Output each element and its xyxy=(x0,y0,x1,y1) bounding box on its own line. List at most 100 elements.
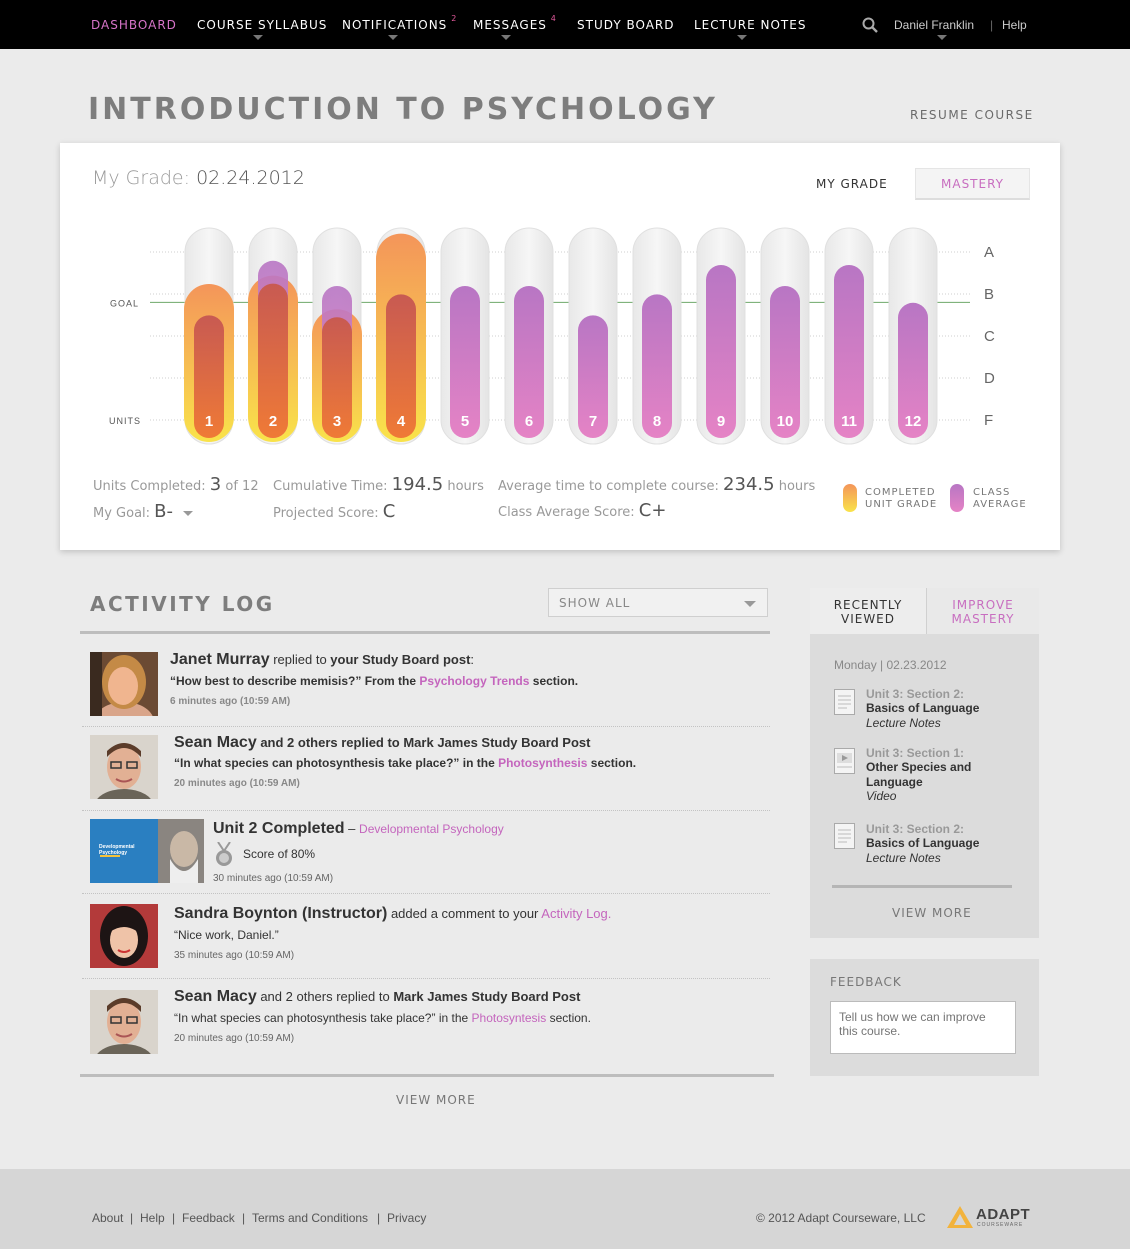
my-goal-label: My Goal: xyxy=(93,506,151,521)
entry-quote-end: section. xyxy=(529,674,579,688)
adapt-logo-mark xyxy=(947,1206,973,1228)
entry-quote-text: “How best to describe memisis?” From the xyxy=(170,674,420,688)
activity-entry-2: Sean Macy and 2 others replied to Mark J… xyxy=(174,734,590,752)
entry-time: 6 minutes ago (10:59 AM) xyxy=(170,696,291,707)
recent-item-section[interactable]: Unit 3: Section 2: xyxy=(866,822,964,836)
avatar[interactable] xyxy=(90,904,158,968)
activity-top-rule xyxy=(80,631,770,634)
units-completed-label: Units Completed: xyxy=(93,479,206,494)
entry-action: and 2 others replied to Mark James Study… xyxy=(256,735,591,750)
recent-item-title[interactable]: Basics of Language xyxy=(866,701,979,716)
activity-entry-5: Sean Macy and 2 others replied to Mark J… xyxy=(174,988,580,1006)
entry-action: replied to xyxy=(269,652,331,667)
entry-section-link[interactable]: Psychology Trends xyxy=(419,674,529,688)
legend-class-line1: CLASS xyxy=(973,487,1011,498)
avatar[interactable] xyxy=(90,990,158,1054)
unit-label: 9 xyxy=(717,413,725,430)
recent-item-section[interactable]: Unit 3: Section 1: xyxy=(866,746,964,760)
sidebar-view-more-button[interactable]: VIEW MORE xyxy=(892,906,972,920)
footer-feedback-link[interactable]: Feedback xyxy=(182,1211,235,1225)
entry-quote-text: “In what species can photosynthesis take… xyxy=(174,756,499,770)
entry-author[interactable]: Sandra Boynton (Instructor) xyxy=(174,905,387,922)
unit-label: 7 xyxy=(589,413,597,430)
tab-improve-mastery[interactable]: IMPROVE MASTERY xyxy=(926,588,1039,634)
grade-label: B xyxy=(984,286,994,303)
document-icon xyxy=(834,689,855,715)
avatar-janet-murray xyxy=(90,652,158,716)
entry-action: and 2 others replied to xyxy=(256,989,394,1004)
entry-quote-text: “In what species can photosynthesis take… xyxy=(174,1011,472,1025)
activity-entry-4: Sandra Boynton (Instructor) added a comm… xyxy=(174,905,611,923)
feedback-title: FEEDBACK xyxy=(830,975,902,989)
recent-item-title[interactable]: Other Species and xyxy=(866,760,971,775)
avatar-sean-macy xyxy=(90,735,158,799)
divider xyxy=(82,893,770,894)
unit-label: 10 xyxy=(777,413,794,430)
activity-log-title: ACTIVITY LOG xyxy=(90,592,275,616)
feedback-input[interactable] xyxy=(830,1001,1016,1054)
my-goal-stat[interactable]: My Goal: B- xyxy=(93,501,194,522)
entry-quote: “Nice work, Daniel.” xyxy=(174,928,279,942)
entry-author[interactable]: Janet Murray xyxy=(170,651,270,668)
grade-label: D xyxy=(984,370,995,387)
unit-label: 6 xyxy=(525,413,533,430)
projected-score-stat: Projected Score: C xyxy=(273,501,395,522)
projected-score-label: Projected Score: xyxy=(273,506,379,521)
class-avg-label: Class Average Score: xyxy=(498,505,635,520)
legend-class-line2: AVERAGE xyxy=(973,499,1027,510)
entry-section-link[interactable]: Photosyntesis xyxy=(472,1011,547,1025)
adapt-logo[interactable]: ADAPT COURSEWARE xyxy=(946,1204,1036,1232)
legend-class-swatch xyxy=(950,484,964,512)
entry-section-link[interactable]: Photosynthesis xyxy=(498,756,587,770)
legend-completed-line2: UNIT GRADE xyxy=(865,499,938,510)
activity-entry-3: Unit 2 Completed – Developmental Psychol… xyxy=(213,820,504,838)
unit-label: 8 xyxy=(653,413,661,430)
entry-quote: “In what species can photosynthesis take… xyxy=(174,1011,591,1025)
activity-bottom-rule xyxy=(80,1074,774,1077)
projected-score-value: C xyxy=(382,501,396,522)
recent-item-section[interactable]: Unit 3: Section 2: xyxy=(866,687,964,701)
recent-item-title[interactable]: Basics of Language xyxy=(866,836,979,851)
entry-author[interactable]: Sean Macy xyxy=(174,988,257,1005)
entry-action-bold: Mark James Study Board Post xyxy=(393,989,581,1004)
cumulative-time-value: 194.5 xyxy=(391,474,444,495)
footer-separator: | xyxy=(377,1211,381,1225)
entry-title[interactable]: Unit 2 Completed xyxy=(213,820,345,837)
footer-help-link[interactable]: Help xyxy=(140,1211,165,1225)
activity-filter-select[interactable]: SHOW ALL xyxy=(548,588,768,617)
activity-view-more-button[interactable]: VIEW MORE xyxy=(396,1093,476,1107)
recent-item-type: Video xyxy=(866,789,897,803)
goal-label: GOAL xyxy=(110,298,139,308)
recent-item-title-cont[interactable]: Language xyxy=(866,775,923,790)
tab-improve-mastery-line1: IMPROVE xyxy=(952,598,1014,612)
document-icon xyxy=(834,823,855,849)
recent-item-type: Lecture Notes xyxy=(866,716,941,730)
divider xyxy=(82,810,770,811)
entry-action-end: : xyxy=(470,652,475,667)
footer-about-link[interactable]: About xyxy=(92,1211,123,1225)
recent-item-type: Lecture Notes xyxy=(866,851,941,865)
entry-section-link[interactable]: Developmental Psychology xyxy=(359,822,504,836)
chevron-down-icon xyxy=(744,601,756,607)
chevron-down-icon[interactable] xyxy=(183,511,194,516)
unit-label: 2 xyxy=(269,413,277,430)
entry-quote: “How best to describe memisis?” From the… xyxy=(170,674,578,688)
unit-thumbnail[interactable]: Developmental Psychology xyxy=(90,819,204,883)
footer-terms-link[interactable]: Terms and Conditions xyxy=(252,1211,368,1225)
grade-label: A xyxy=(984,244,994,261)
adapt-logo-text: ADAPT xyxy=(976,1206,1031,1223)
medal-icon xyxy=(216,842,232,866)
sidebar-rule xyxy=(832,885,1012,888)
my-goal-value[interactable]: B- xyxy=(154,501,173,522)
grade-label: C xyxy=(984,328,995,345)
entry-activity-log-link[interactable]: Activity Log. xyxy=(541,906,611,921)
avatar[interactable] xyxy=(90,652,158,716)
entry-quote-end: section. xyxy=(546,1011,591,1025)
entry-author[interactable]: Sean Macy xyxy=(174,734,257,751)
avatar[interactable] xyxy=(90,735,158,799)
legend-completed-line1: COMPLETED xyxy=(865,487,936,498)
tab-recently-viewed[interactable]: RECENTLY VIEWED xyxy=(810,588,926,634)
footer-privacy-link[interactable]: Privacy xyxy=(387,1211,426,1225)
cumulative-time-stat: Cumulative Time: 194.5 hours xyxy=(273,474,484,495)
grade-label: F xyxy=(984,412,993,429)
